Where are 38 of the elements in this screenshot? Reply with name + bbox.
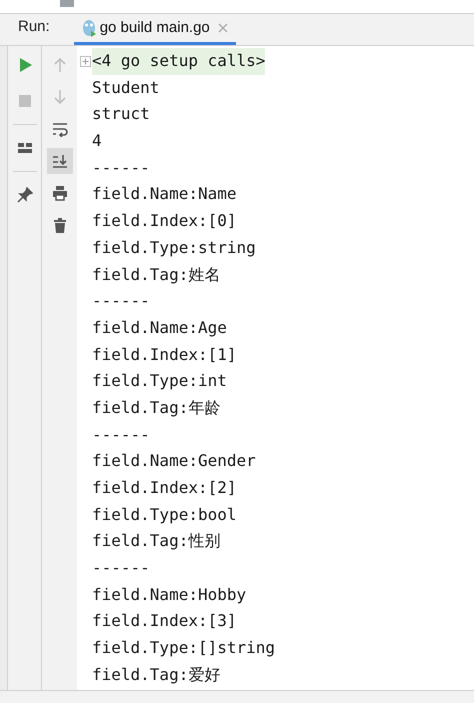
- trash-icon: [52, 217, 68, 233]
- output-line: 4: [92, 130, 102, 152]
- output-line: field.Tag:年龄: [92, 396, 220, 419]
- output-line: field.Tag:爱好: [92, 664, 220, 686]
- output-line: field.Index:[1]: [92, 344, 236, 366]
- output-line: Student: [92, 76, 160, 99]
- down-arrow-icon: [52, 89, 68, 105]
- wrap-icon: [52, 121, 68, 137]
- expand-icon[interactable]: [80, 56, 91, 67]
- gopher-icon: [82, 19, 96, 37]
- stop-icon: [16, 93, 32, 109]
- tab-label: go build main.go: [100, 18, 210, 38]
- printer-icon: [52, 185, 68, 201]
- output-line: field.Tag:姓名: [92, 264, 220, 286]
- up-arrow-icon: [52, 57, 68, 73]
- output-line: field.Index:[2]: [92, 477, 236, 499]
- output-line: field.Name:Gender: [92, 450, 256, 472]
- output-line: field.Type:[]string: [92, 637, 276, 660]
- pin-icon: [16, 187, 32, 203]
- output-line: field.Type:string: [92, 236, 256, 259]
- output-line: field.Tag:性别: [92, 530, 220, 552]
- scroll-to-end-icon: [52, 153, 68, 169]
- output-line: field.Type:bool: [92, 504, 236, 526]
- layout-icon: [16, 140, 32, 156]
- run-label: Run:: [18, 16, 50, 36]
- output-line: ------: [92, 156, 150, 179]
- output-line: field.Index:[0]: [92, 210, 236, 232]
- output-line: field.Name:Hobby: [92, 584, 246, 606]
- output-line: field.Name:Name: [92, 183, 236, 206]
- output-line: field.Type:int: [92, 370, 227, 392]
- output-line: struct: [92, 103, 150, 126]
- output-line: ------: [92, 290, 150, 312]
- toolbar-button[interactable]: [46, 148, 72, 174]
- output-line: field.Name:Age: [92, 316, 227, 339]
- output-line: ------: [92, 424, 150, 446]
- output-line: ------: [92, 557, 150, 580]
- output-line: field.Index:[3]: [92, 610, 236, 632]
- folded-calls[interactable]: <4 go setup calls>: [92, 48, 266, 75]
